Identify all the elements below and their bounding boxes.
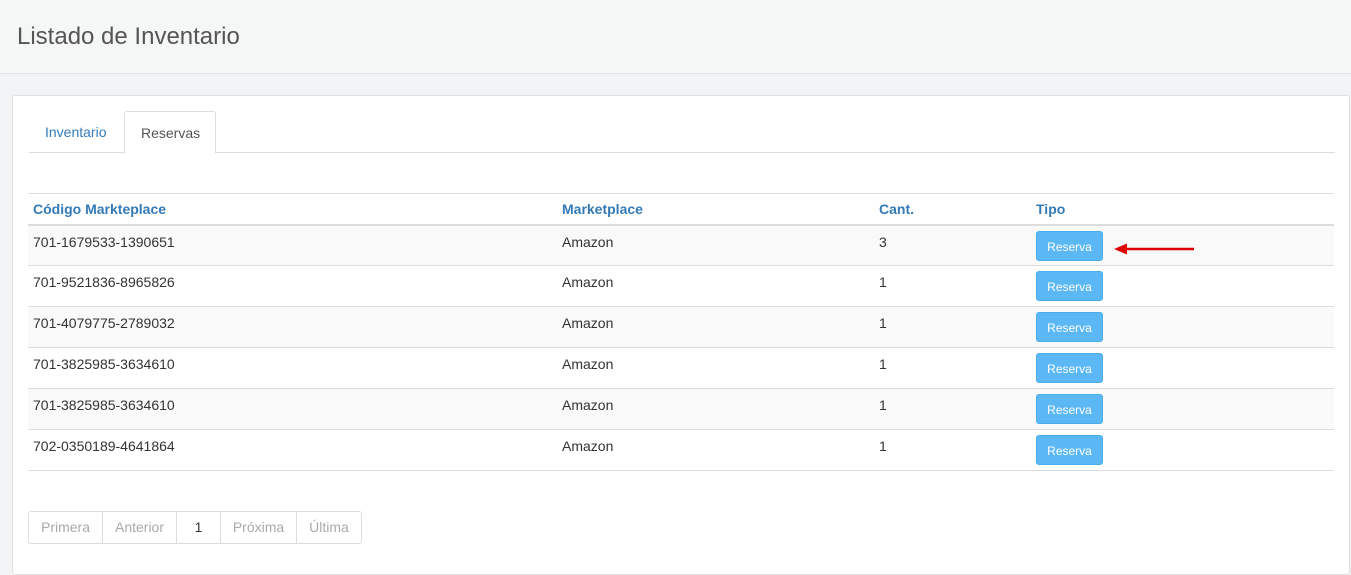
- cell-qty: 1: [874, 265, 1031, 307]
- pagination-prev[interactable]: Anterior: [103, 512, 177, 543]
- code-value: 701-3825985-3634610: [33, 397, 175, 413]
- qty-value: 1: [879, 315, 887, 331]
- cell-type: Reserva: [1031, 306, 1334, 348]
- cell-qty: 1: [874, 306, 1031, 348]
- cell-qty: 1: [874, 347, 1031, 389]
- qty-value: 3: [879, 233, 887, 250]
- column-header-marketplace[interactable]: Marketplace: [557, 193, 874, 226]
- cell-marketplace: Amazon: [557, 306, 874, 348]
- tab-inventario[interactable]: Inventario: [29, 111, 122, 153]
- reserva-button[interactable]: Reserva: [1036, 271, 1103, 301]
- column-header-code[interactable]: Código Markteplace: [28, 193, 557, 226]
- cell-qty: 1: [874, 388, 1031, 430]
- marketplace-value: Amazon: [562, 315, 614, 331]
- table-row: 701-9521836-8965826 Amazon 1 Reserva: [28, 265, 1334, 307]
- pagination-page-1[interactable]: 1: [177, 512, 221, 543]
- reserva-button[interactable]: Reserva: [1036, 353, 1103, 383]
- table-row: 701-3825985-3634610 Amazon 1 Reserva: [28, 347, 1334, 389]
- cell-marketplace: Amazon: [557, 429, 874, 471]
- qty-value: 1: [879, 397, 887, 413]
- reservations-table: Código Markteplace Marketplace Cant. Tip…: [28, 193, 1334, 471]
- cell-marketplace: Amazon: [557, 347, 874, 389]
- marketplace-value: Amazon: [562, 233, 614, 250]
- cell-type: Reserva: [1031, 265, 1334, 307]
- cell-marketplace: Amazon: [557, 265, 874, 307]
- cell-type: Reserva: [1031, 429, 1334, 471]
- code-value: 701-9521836-8965826: [33, 274, 175, 290]
- cell-marketplace: Amazon: [557, 388, 874, 430]
- cell-code: 701-1679533-1390651: [28, 224, 557, 266]
- column-header-type[interactable]: Tipo: [1031, 193, 1334, 226]
- pagination-first[interactable]: Primera: [29, 512, 103, 543]
- marketplace-value: Amazon: [562, 397, 614, 413]
- page-header: Listado de Inventario: [0, 0, 1351, 74]
- column-header-qty[interactable]: Cant.: [874, 193, 1031, 226]
- qty-value: 1: [879, 274, 887, 290]
- table-row: 701-3825985-3634610 Amazon 1 Reserva: [28, 388, 1334, 430]
- pagination-last[interactable]: Última: [297, 512, 361, 543]
- code-value: 701-3825985-3634610: [33, 356, 175, 372]
- cell-type: Reserva: [1031, 388, 1334, 430]
- tab-bar: Inventario Reservas: [29, 111, 1335, 154]
- qty-value: 1: [879, 438, 887, 454]
- qty-value: 1: [879, 356, 887, 372]
- cell-type: Reserva: [1031, 347, 1334, 389]
- marketplace-value: Amazon: [562, 274, 614, 290]
- tab-reservas[interactable]: Reservas: [124, 111, 216, 154]
- table-row: 702-0350189-4641864 Amazon 1 Reserva: [28, 429, 1334, 471]
- red-arrow-left-icon: [1114, 243, 1194, 255]
- cell-code: 702-0350189-4641864: [28, 429, 557, 471]
- cell-marketplace: Amazon: [557, 224, 874, 266]
- reserva-button[interactable]: Reserva: [1036, 312, 1103, 342]
- reserva-button[interactable]: Reserva: [1036, 394, 1103, 424]
- marketplace-value: Amazon: [562, 356, 614, 372]
- page-title: Listado de Inventario: [17, 23, 240, 50]
- cell-code: 701-3825985-3634610: [28, 388, 557, 430]
- table-header-row: Código Markteplace Marketplace Cant. Tip…: [28, 193, 1334, 226]
- cell-qty: 3: [874, 224, 1031, 266]
- reserva-button[interactable]: Reserva: [1036, 435, 1103, 465]
- pagination: Primera Anterior 1 Próxima Última: [28, 511, 362, 544]
- cell-code: 701-3825985-3634610: [28, 347, 557, 389]
- marketplace-value: Amazon: [562, 438, 614, 454]
- cell-code: 701-4079775-2789032: [28, 306, 557, 348]
- code-value: 701-1679533-1390651: [33, 233, 175, 250]
- reserva-button[interactable]: Reserva: [1036, 230, 1103, 261]
- cell-qty: 1: [874, 429, 1031, 471]
- cell-code: 701-9521836-8965826: [28, 265, 557, 307]
- pagination-next[interactable]: Próxima: [221, 512, 297, 543]
- code-value: 702-0350189-4641864: [33, 438, 175, 454]
- table-row: 701-4079775-2789032 Amazon 1 Reserva: [28, 306, 1334, 348]
- code-value: 701-4079775-2789032: [33, 315, 175, 331]
